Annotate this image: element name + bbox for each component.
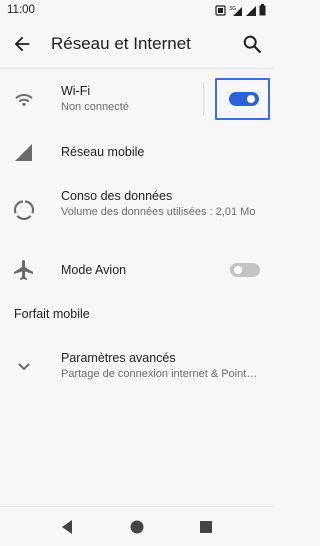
wifi-toggle[interactable]	[229, 92, 259, 106]
data-usage-icon	[13, 200, 35, 220]
app-bar-divider	[0, 68, 273, 69]
wifi-label: Wi-Fi	[61, 84, 91, 98]
back-arrow-icon[interactable]	[11, 33, 33, 55]
airplane-mode-toggle[interactable]	[230, 263, 260, 277]
wifi-separator	[203, 82, 204, 116]
advanced-settings-summary: Partage de connexion internet & Point…	[61, 368, 258, 380]
cell-signal-icon	[15, 144, 32, 161]
status-icons: 3G	[215, 4, 266, 16]
recents-square-icon[interactable]	[197, 518, 215, 536]
status-bar: 11:00 3G	[0, 0, 273, 20]
mobile-network-label: Réseau mobile	[61, 145, 145, 159]
mobile-network-row[interactable]: Réseau mobile	[0, 132, 273, 172]
airplane-icon	[14, 260, 33, 280]
advanced-settings-row[interactable]: Paramètres avancés Partage de connexion …	[0, 342, 273, 388]
home-circle-icon[interactable]	[128, 518, 146, 536]
search-icon[interactable]	[241, 33, 263, 55]
data-usage-row[interactable]: Conso des données Volume des données uti…	[0, 182, 273, 238]
mobile-signal-icon: 3G	[229, 6, 242, 16]
airplane-mode-toggle-knob	[234, 266, 242, 274]
svg-text:3G: 3G	[229, 6, 236, 12]
status-time: 11:00	[7, 4, 35, 16]
battery-icon	[259, 4, 266, 16]
app-bar: Réseau et Internet	[0, 20, 273, 68]
data-usage-summary: Volume des données utilisées : 2,01 Mo	[61, 206, 256, 218]
signal-icon	[246, 5, 256, 16]
wifi-icon	[15, 94, 33, 107]
data-usage-label: Conso des données	[61, 189, 173, 203]
section-header[interactable]: Forfait mobile	[14, 307, 90, 321]
chevron-down-icon	[18, 363, 30, 371]
page-title: Réseau et Internet	[51, 34, 191, 53]
navigation-bar	[0, 506, 273, 546]
back-triangle-icon[interactable]	[58, 518, 76, 536]
airplane-mode-label: Mode Avion	[61, 263, 127, 277]
wifi-toggle-knob	[247, 95, 255, 103]
notification-icon	[215, 4, 226, 16]
advanced-settings-label: Paramètres avancés	[61, 351, 176, 365]
